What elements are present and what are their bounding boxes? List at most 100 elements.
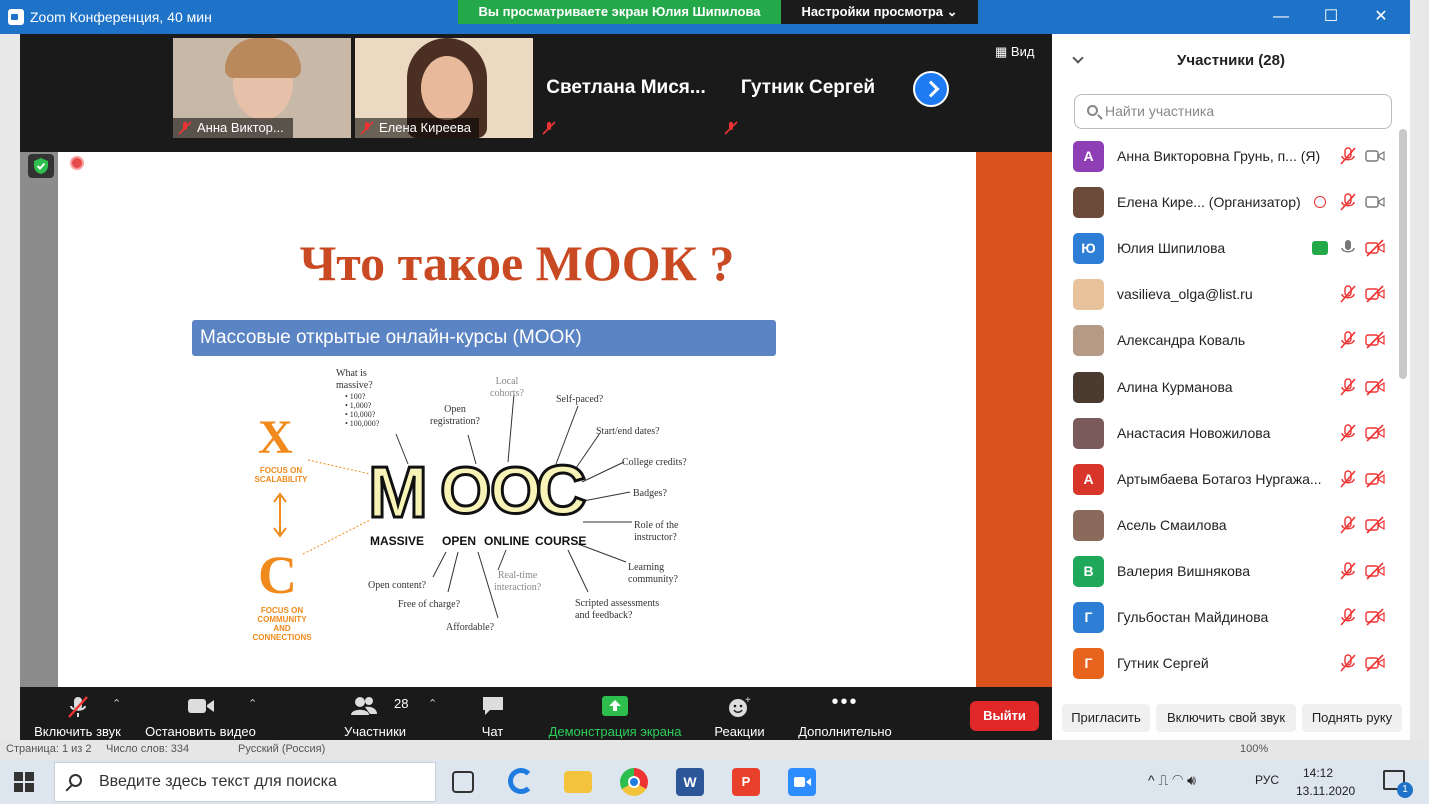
recording-dot-icon — [1314, 196, 1326, 209]
view-layout-button[interactable]: ▦ Вид — [995, 44, 1034, 60]
reactions-button[interactable]: + Реакции — [702, 687, 777, 740]
video-off-icon — [1365, 377, 1385, 396]
svg-text:+: + — [745, 695, 751, 706]
input-language[interactable]: РУС — [1255, 773, 1279, 787]
grid-icon: ▦ — [995, 44, 1011, 59]
recording-indicator-icon — [70, 156, 84, 170]
security-shield-icon[interactable] — [28, 154, 54, 178]
participant-search-input[interactable]: Найти участника — [1074, 94, 1392, 129]
video-tile[interactable]: Елена Киреева — [355, 38, 533, 138]
video-options-caret-icon[interactable]: ⌃ — [248, 697, 257, 710]
video-strip: Анна Виктор... Елена Киреева Светлана Ми… — [20, 34, 1052, 152]
muted-mic-icon — [67, 696, 88, 718]
avatar: А — [1073, 463, 1104, 495]
participant-name: Асель Смаилова — [1117, 516, 1227, 533]
participant-row[interactable]: В Валерия Вишнякова — [1052, 549, 1410, 595]
invite-button[interactable]: Пригласить — [1062, 704, 1150, 732]
chrome-icon[interactable] — [620, 768, 648, 796]
share-screen-button[interactable]: Демонстрация экрана — [540, 687, 690, 740]
unmute-me-button[interactable]: Включить свой звук — [1156, 704, 1296, 732]
participant-name: vasilieva_olga@list.ru — [1117, 286, 1253, 303]
leave-meeting-button[interactable]: Выйти — [970, 701, 1039, 731]
maximize-icon[interactable]: ☐ — [1308, 0, 1354, 34]
participant-row[interactable]: Ю Юлия Шипилова — [1052, 226, 1410, 272]
chat-icon — [482, 697, 503, 715]
avatar: Ю — [1073, 233, 1104, 265]
background-document-ruler — [0, 34, 20, 740]
avatar — [1073, 279, 1104, 311]
muted-mic-icon — [1340, 423, 1356, 442]
mooc-word: ONLINE — [484, 534, 530, 548]
video-off-icon — [1365, 470, 1385, 488]
screen-share-banner: Вы просматриваете экран Юлия Шипилова — [458, 0, 781, 24]
c-letter: C — [258, 545, 297, 605]
avatar — [1073, 187, 1104, 219]
avatar — [1073, 509, 1104, 541]
participants-panel-title: Участники (28) — [1177, 52, 1285, 69]
participant-row[interactable]: vasilieva_olga@list.ru — [1052, 272, 1410, 318]
video-off-icon — [1365, 285, 1385, 303]
participant-row[interactable]: Г Гульбостан Майдинова — [1052, 595, 1410, 641]
muted-mic-icon — [178, 121, 192, 135]
diagram-label: Open registration? — [430, 404, 480, 427]
participant-name: Артымбаева Ботагоз Нургажа... — [1117, 470, 1322, 487]
video-tile-name-only[interactable]: Гутник Сергей — [719, 38, 897, 138]
participant-name: Гутник Сергей — [1117, 655, 1209, 672]
raise-hand-button[interactable]: Поднять руку — [1302, 704, 1402, 732]
chat-button[interactable]: Чат — [460, 687, 525, 740]
view-settings-button[interactable]: Настройки просмотра ⌄ — [781, 0, 978, 24]
audio-options-caret-icon[interactable]: ⌃ — [112, 697, 121, 710]
windows-start-icon[interactable] — [14, 772, 34, 792]
next-page-arrow-icon[interactable] — [913, 71, 949, 107]
video-tile[interactable]: Анна Виктор... — [173, 38, 351, 138]
zoom-app-icon[interactable] — [788, 768, 816, 796]
file-explorer-icon[interactable] — [564, 771, 592, 793]
participant-row[interactable]: Анастасия Новожилова — [1052, 411, 1410, 457]
muted-mic-icon — [1340, 562, 1356, 580]
participant-row[interactable]: А Артымбаева Ботагоз Нургажа... — [1052, 457, 1410, 503]
diagram-label: Affordable? — [446, 622, 495, 633]
tile-name: Гутник Сергей — [740, 77, 876, 98]
taskbar-search-input[interactable]: Введите здесь текст для поиска — [54, 762, 436, 802]
diagram-label: Scripted assessments and feedback? — [575, 598, 660, 621]
muted-mic-icon — [542, 121, 556, 135]
task-view-icon[interactable] — [452, 771, 474, 793]
participant-row[interactable]: Алина Курманова — [1052, 365, 1410, 411]
avatar — [1073, 371, 1104, 403]
notifications-icon[interactable]: 1 — [1383, 770, 1413, 798]
participant-name: Александра Коваль — [1117, 332, 1246, 349]
powerpoint-app-icon[interactable]: P — [732, 768, 760, 796]
video-camera-icon — [1365, 150, 1385, 162]
diagram-label: Local cohorts? — [490, 376, 524, 399]
avatar: А — [1073, 141, 1104, 172]
muted-mic-icon — [1340, 516, 1356, 534]
muted-mic-icon — [1340, 608, 1356, 626]
participant-row[interactable]: Г Гутник Сергей — [1052, 641, 1410, 687]
more-button[interactable]: ••• Дополнительно — [785, 687, 905, 740]
word-app-icon[interactable]: W — [676, 768, 704, 796]
close-icon[interactable]: ✕ — [1358, 0, 1404, 34]
mooc-word: MASSIVE — [370, 534, 425, 548]
participant-row[interactable]: Александра Коваль — [1052, 318, 1410, 364]
muted-mic-icon — [1340, 377, 1356, 396]
diagram-label: Real-time interaction? — [494, 570, 542, 593]
participant-row[interactable]: А Анна Викторовна Грунь, п... (Я) — [1052, 134, 1410, 180]
more-dots-icon: ••• — [831, 691, 859, 713]
minimize-icon[interactable]: — — [1258, 0, 1304, 34]
stop-video-button[interactable]: Остановить видео — [138, 687, 263, 740]
video-tile-name-only[interactable]: Светлана Мися... — [537, 38, 715, 138]
diagram-label: Start/end dates? — [596, 426, 660, 437]
avatar: Г — [1073, 602, 1104, 633]
diagram-label: Open content? — [368, 580, 427, 591]
participants-caret-icon[interactable]: ⌃ — [428, 697, 437, 710]
edge-browser-icon[interactable] — [508, 768, 536, 796]
tray-icons[interactable]: ^ ⎍ ◠ 🔊︎ — [1148, 772, 1196, 789]
video-camera-icon — [1365, 196, 1385, 208]
participant-row[interactable]: Асель Смаилова — [1052, 503, 1410, 549]
participant-row[interactable]: Елена Кире... (Организатор) — [1052, 180, 1410, 226]
diagram-label: Badges? — [633, 488, 667, 499]
taskbar-clock[interactable]: 14:12 13.11.2020 — [1296, 764, 1355, 800]
participants-button[interactable]: 28 Участники — [330, 687, 420, 740]
unmute-button[interactable]: Включить звук — [20, 687, 135, 740]
reaction-smiley-icon: + — [728, 695, 751, 717]
